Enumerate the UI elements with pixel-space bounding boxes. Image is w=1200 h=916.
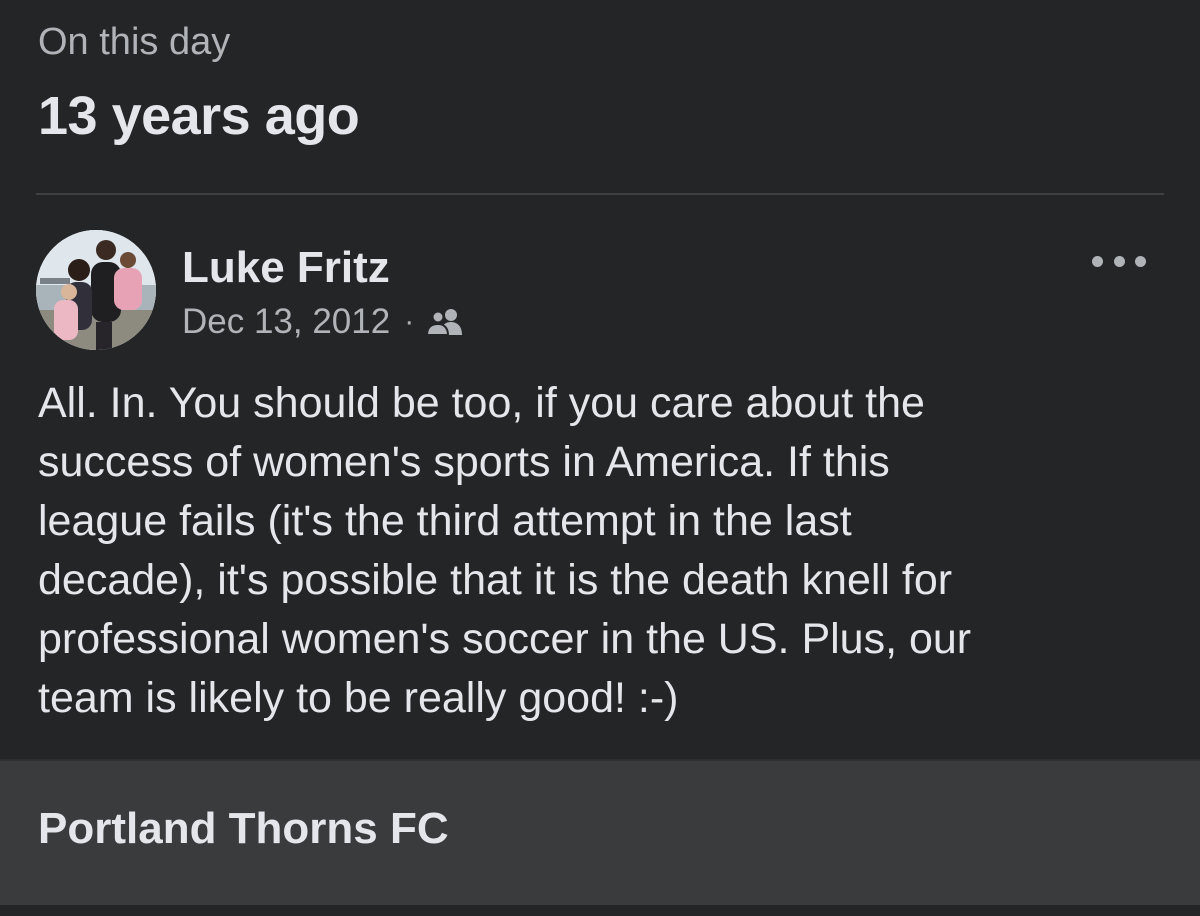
post-header: Luke Fritz Dec 13, 2012 · <box>36 230 1164 352</box>
post-text-line: professional women's soccer in the US. P… <box>38 615 972 663</box>
meta-separator: · <box>404 305 415 338</box>
post-meta: Dec 13, 2012 · <box>182 300 464 344</box>
avatar[interactable] <box>36 230 156 350</box>
post-text-line: success of women's sports in America. If… <box>38 438 890 486</box>
more-dot <box>1092 255 1103 267</box>
more-dot <box>1113 255 1125 267</box>
link-preview-card[interactable]: Portland Thorns FC <box>0 759 1200 907</box>
memory-subtitle: On this day <box>38 21 231 63</box>
link-preview-title[interactable]: Portland Thorns FC <box>38 801 449 857</box>
friends-icon <box>426 307 464 337</box>
post-text: All. In. You should be too, if you care … <box>38 374 1168 728</box>
divider <box>36 193 1164 195</box>
post-text-line: league fails (it's the third attempt in … <box>38 497 852 545</box>
memory-header: On this day 13 years ago <box>38 18 1162 146</box>
post-text-line: team is likely to be really good! :-) <box>38 674 679 722</box>
post-text-line: decade), it's possible that it is the de… <box>38 556 953 604</box>
post-date[interactable]: Dec 13, 2012 <box>182 302 390 342</box>
bottom-strip <box>0 905 1200 916</box>
memory-screen: On this day 13 years ago Luke Fritz Dec … <box>0 0 1200 916</box>
memory-title: 13 years ago <box>38 86 360 146</box>
profile-photo <box>36 230 156 350</box>
author-name[interactable]: Luke Fritz <box>182 242 390 294</box>
more-dot <box>1135 255 1146 267</box>
more-options-icon[interactable] <box>1092 246 1146 276</box>
post-text-line: All. In. You should be too, if you care … <box>38 379 925 427</box>
